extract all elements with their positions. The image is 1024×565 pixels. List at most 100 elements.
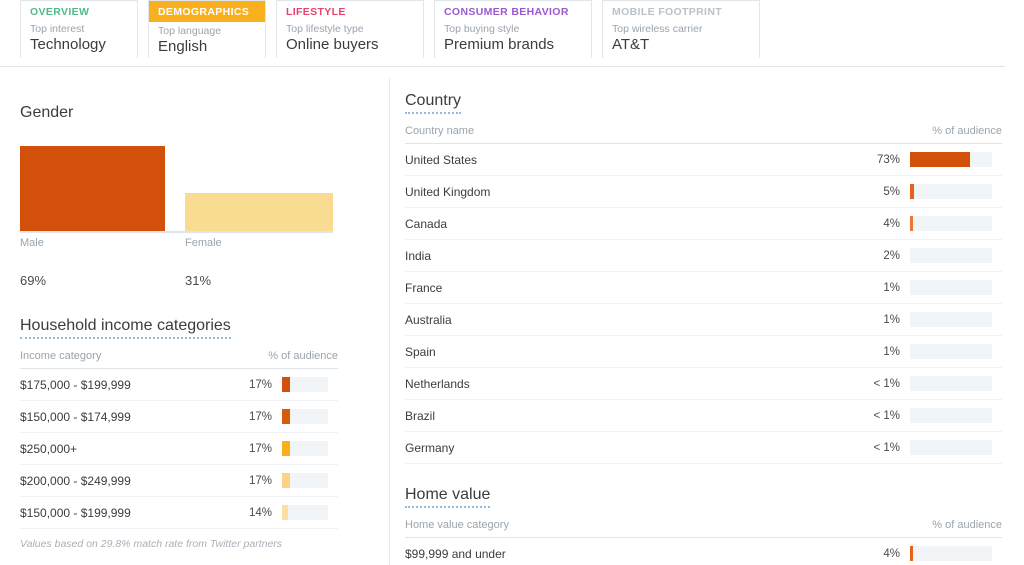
- bar-track: [282, 441, 328, 456]
- table-header-row: Home value category % of audience: [405, 513, 1002, 538]
- tab-demographics[interactable]: DEMOGRAPHICS Top language English: [148, 0, 266, 58]
- gender-bar-chart: [20, 139, 333, 233]
- bar-track: [910, 408, 992, 423]
- household-income-footnote: Values based on 29.8% match rate from Tw…: [20, 538, 283, 550]
- tab-consumer-behavior[interactable]: CONSUMER BEHAVIOR Top buying style Premium…: [434, 0, 592, 58]
- row-label: Netherlands: [405, 367, 852, 400]
- table-row: India 2%: [405, 239, 1002, 272]
- row-percent-value: 1%: [852, 335, 900, 368]
- table-row: $200,000 - $249,999 17%: [20, 464, 338, 497]
- row-label: Germany: [405, 431, 852, 464]
- row-bar-cell: [900, 367, 1002, 400]
- row-label: France: [405, 271, 852, 304]
- column-header-percent-audience: % of audience: [852, 513, 1002, 538]
- gender-title: Gender: [20, 104, 74, 121]
- gender-label-male: Male: [20, 237, 44, 249]
- country-title[interactable]: Country: [405, 92, 462, 114]
- tab-value: Technology: [30, 36, 106, 53]
- bar-track: [282, 473, 328, 488]
- tab-value: AT&T: [612, 36, 650, 53]
- bar-fill: [910, 312, 912, 327]
- gender-value-labels: 69% 31%: [20, 273, 333, 295]
- bar-fill: [282, 505, 289, 520]
- tab-sublabel: Top language: [158, 25, 222, 37]
- bar-track: [910, 152, 992, 167]
- row-bar-cell: [900, 239, 1002, 272]
- bar-fill: [282, 377, 290, 392]
- tab-sublabel: Top wireless carrier: [612, 23, 703, 35]
- tab-category-label: OVERVIEW: [30, 6, 90, 18]
- column-header-percent-audience: % of audience: [852, 119, 1002, 144]
- row-bar-cell: [900, 399, 1002, 432]
- row-percent-value: 2%: [852, 239, 900, 272]
- row-percent-value: 1%: [852, 303, 900, 336]
- bar-track: [910, 546, 992, 561]
- bar-fill: [910, 280, 912, 295]
- bar-fill: [910, 184, 915, 199]
- table-row: $99,999 and under 4%: [405, 537, 1002, 565]
- row-percent-value: 4%: [852, 207, 900, 240]
- table-row: Germany < 1%: [405, 431, 1002, 464]
- bar-fill: [910, 344, 912, 359]
- tab-mobile-footprint[interactable]: MOBILE FOOTPRINT Top wireless carrier AT&T: [602, 0, 760, 58]
- bar-track: [910, 184, 992, 199]
- row-label: Canada: [405, 207, 852, 240]
- home-value-title[interactable]: Home value: [405, 486, 491, 508]
- tab-category-label: MOBILE FOOTPRINT: [612, 6, 723, 18]
- bar-fill: [910, 546, 914, 561]
- row-percent-value: 4%: [852, 537, 900, 565]
- tab-sublabel: Top interest: [30, 23, 85, 35]
- row-label: $99,999 and under: [405, 537, 852, 565]
- row-label: $150,000 - $174,999: [20, 400, 224, 433]
- row-label: $150,000 - $199,999: [20, 496, 224, 529]
- tab-list: OVERVIEW Top interest Technology DEMOGRAPHI…: [0, 0, 1005, 58]
- tab-sublabel: Top buying style: [444, 23, 520, 35]
- bar-fill: [910, 216, 914, 231]
- bar-fill: [282, 441, 290, 456]
- audience-insights-tabstrip: OVERVIEW Top interest Technology DEMOGRAPHI…: [0, 0, 1005, 67]
- row-bar-cell: [900, 537, 1002, 565]
- tab-lifestyle[interactable]: LIFESTYLE Top lifestyle type Online buyers: [276, 0, 424, 58]
- home-value-table: Home value category % of audience $99,99…: [405, 513, 1002, 565]
- bar-track: [282, 377, 328, 392]
- table-row: France 1%: [405, 271, 1002, 304]
- tab-value: Online buyers: [286, 36, 379, 53]
- table-row: Australia 1%: [405, 303, 1002, 336]
- bar-track: [910, 344, 992, 359]
- table-row: Spain 1%: [405, 335, 1002, 368]
- tab-value: Premium brands: [444, 36, 555, 53]
- row-bar-cell: [900, 207, 1002, 240]
- row-bar-cell: [272, 464, 338, 497]
- tab-overview[interactable]: OVERVIEW Top interest Technology: [20, 0, 138, 58]
- row-label: United States: [405, 143, 852, 176]
- gender-bar-male: [20, 146, 165, 231]
- row-bar-cell: [900, 335, 1002, 368]
- bar-fill: [282, 409, 290, 424]
- table-row: Brazil < 1%: [405, 399, 1002, 432]
- household-income-title[interactable]: Household income categories: [20, 317, 231, 339]
- bar-track: [910, 216, 992, 231]
- table-row: $175,000 - $199,999 17%: [20, 368, 338, 401]
- row-bar-cell: [272, 368, 338, 401]
- row-bar-cell: [900, 143, 1002, 176]
- row-label: Spain: [405, 335, 852, 368]
- row-percent-value: 17%: [224, 400, 272, 433]
- row-label: Australia: [405, 303, 852, 336]
- row-bar-cell: [272, 400, 338, 433]
- row-label: $175,000 - $199,999: [20, 368, 224, 401]
- row-bar-cell: [272, 432, 338, 465]
- tab-category-label: CONSUMER BEHAVIOR: [444, 6, 569, 18]
- table-header-row: Country name % of audience: [405, 119, 1002, 144]
- bar-track: [282, 505, 328, 520]
- table-row: Netherlands < 1%: [405, 367, 1002, 400]
- bar-track: [910, 248, 992, 263]
- gender-value-male: 69%: [20, 273, 47, 288]
- table-row: United Kingdom 5%: [405, 175, 1002, 208]
- row-percent-value: 17%: [224, 464, 272, 497]
- bar-track: [910, 440, 992, 455]
- left-column: Gender Male Female 69% 31% Household inc…: [0, 78, 390, 565]
- table-row: Canada 4%: [405, 207, 1002, 240]
- country-table: Country name % of audience United States…: [405, 119, 1002, 464]
- row-bar-cell: [900, 175, 1002, 208]
- row-label: $200,000 - $249,999: [20, 464, 224, 497]
